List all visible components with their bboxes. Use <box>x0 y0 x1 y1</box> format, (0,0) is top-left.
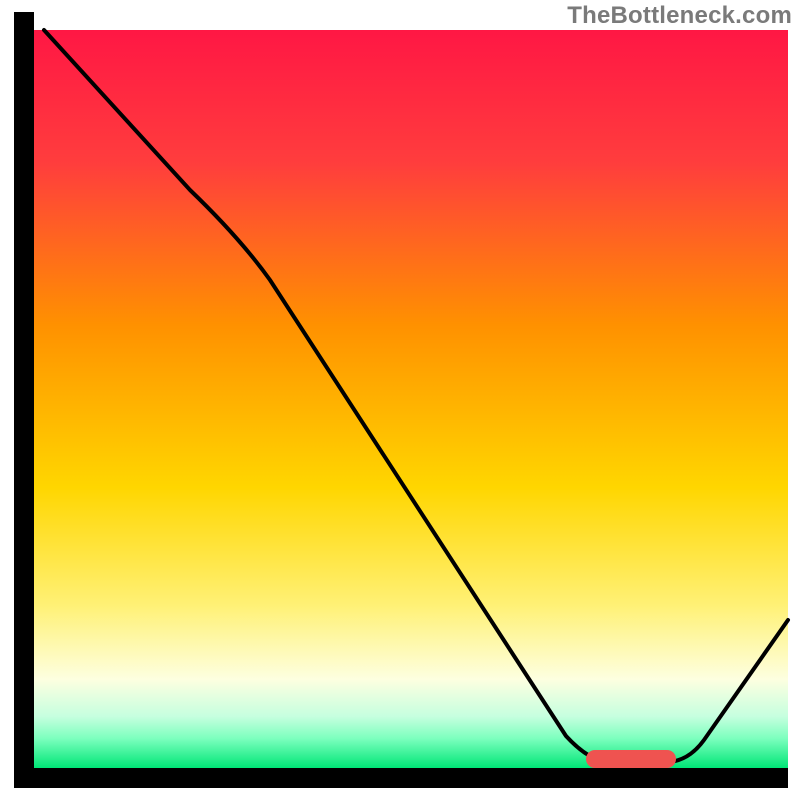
bottleneck-chart <box>0 0 800 800</box>
x-axis <box>14 768 788 788</box>
watermark-text: TheBottleneck.com <box>567 2 792 30</box>
optimal-range-marker <box>586 750 676 768</box>
y-axis <box>14 12 34 788</box>
chart-container: TheBottleneck.com <box>0 0 800 800</box>
